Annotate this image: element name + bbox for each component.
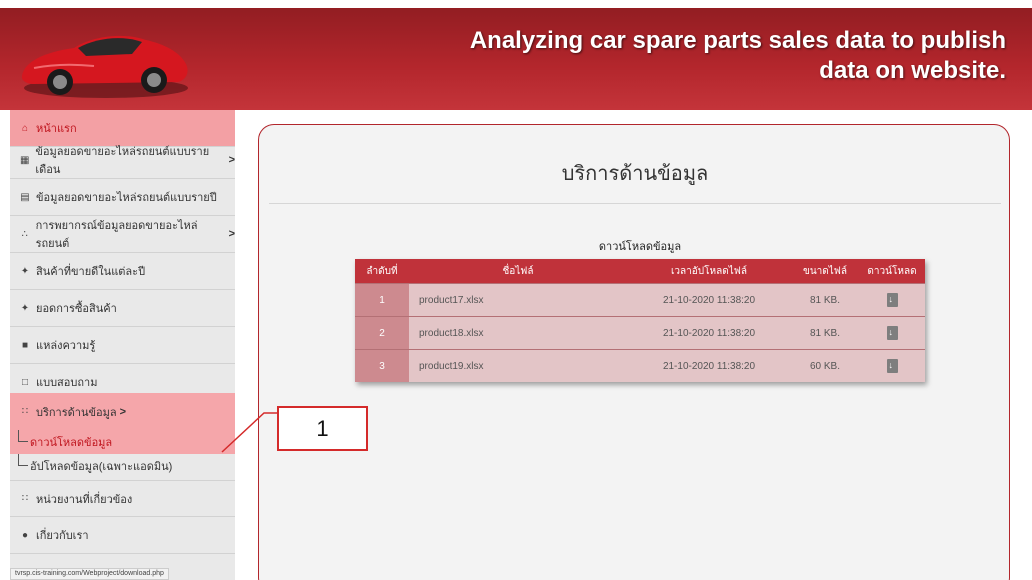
row-number: 2 [355,317,409,349]
main-panel: บริการด้านข้อมูล ดาวน์โหลดข้อมูล ลำดับที… [258,124,1010,580]
home-icon: ⌂ [21,122,29,134]
sitemap-icon: ∷ [21,493,29,504]
site-header: Analyzing car spare parts sales data to … [0,0,1032,110]
column-header-filename: ชื่อไฟล์ [502,265,534,277]
car-logo-icon [21,35,188,98]
sidebar-nav: ⌂ หน้าแรก ▦ ข้อมูลยอดขายอะไหล่รถยนต์แบบร… [10,110,235,580]
sidebar-item-data-services[interactable]: ∷ บริการด้านข้อมูล > [10,393,235,430]
sidebar-item-label: ข้อมูลยอดขายอะไหล่รถยนต์แบบรายปี [36,192,217,204]
sidebar-item-label: สินค้าที่ขายดีในแต่ละปี [36,266,146,278]
site-title-line1: Analyzing car spare parts sales data to … [469,27,1006,54]
tree-branch-line [18,454,28,466]
sidebar-item-label: แบบสอบถาม [36,377,98,389]
sidebar-item-bestsellers[interactable]: ✦ สินค้าที่ขายดีในแต่ละปี [10,253,235,290]
column-header-file-size: ขนาดไฟล์ [802,265,848,277]
sidebar-subitem-download[interactable]: ดาวน์โหลดข้อมูล [10,430,235,454]
sidebar-item-monthly-sales[interactable]: ▦ ข้อมูลยอดขายอะไหล่รถยนต์แบบรายเดือน > [10,142,235,179]
title-divider [269,203,1001,204]
form-icon: □ [21,376,29,388]
chevron-right-icon: > [228,228,235,240]
sidebar-subitem-upload[interactable]: อัปโหลดข้อมูล(เฉพาะแอดมิน) [10,454,235,478]
table-header-row: ลำดับที่ ชื่อไฟล์ เวลาอัปโหลดไฟล์ ขนาดไฟ… [355,259,925,283]
download-table: ลำดับที่ ชื่อไฟล์ เวลาอัปโหลดไฟล์ ขนาดไฟ… [355,259,925,382]
column-header-download: ดาวน์โหลด [867,265,917,277]
download-button[interactable] [859,350,925,382]
sidebar-item-label: ยอดการซื้อสินค้า [36,303,117,315]
column-header-no: ลำดับที่ [366,265,398,277]
calendar-icon: ▦ [19,154,30,166]
row-number: 1 [355,284,409,316]
sidebar-item-yearly-sales[interactable]: ▤ ข้อมูลยอดขายอะไหล่รถยนต์แบบรายปี [10,179,235,216]
sidebar-item-label: ข้อมูลยอดขายอะไหล่รถยนต์แบบรายเดือน [35,146,210,176]
sidebar-subitem-label: อัปโหลดข้อมูล(เฉพาะแอดมิน) [30,461,173,473]
sidebar-item-forecast[interactable]: ∴ การพยากรณ์ข้อมูลยอดขายอะไหล่รถยนต์ > [10,216,235,253]
status-bar-url: tvrsp.cis-training.com/Webproject/downlo… [10,568,169,580]
callout-label: 1 [277,406,368,451]
sidebar-item-knowledge[interactable]: ■ แหล่งความรู้ [10,327,235,364]
book-icon: ■ [21,339,29,351]
upload-time: 21-10-2020 11:38:20 [662,360,756,372]
wrench-icon: ✦ [20,265,30,277]
chevron-right-icon: > [228,154,235,166]
upload-time: 21-10-2020 11:38:20 [662,294,756,306]
sidebar-item-agencies[interactable]: ∷ หน่วยงานที่เกี่ยวข้อง [10,480,235,517]
sidebar-item-label: เกี่ยวกับเรา [36,530,89,542]
sidebar-item-label: การพยากรณ์ข้อมูลยอดขายอะไหล่รถยนต์ [35,220,198,250]
wrench-icon: ✦ [20,302,30,314]
chevron-right-icon: > [119,405,127,418]
calendar-icon: ▤ [20,191,30,203]
sidebar-item-about[interactable]: ● เกี่ยวกับเรา [10,517,235,554]
sidebar-item-label: บริการด้านข้อมูล [36,406,117,419]
user-icon: ● [21,529,29,541]
download-button[interactable] [859,317,925,349]
sidebar-item-label: หน่วยงานที่เกี่ยวข้อง [36,493,133,506]
table-caption: ดาวน์โหลดข้อมูล [598,241,682,253]
sidebar-item-purchases[interactable]: ✦ ยอดการซื้อสินค้า [10,290,235,327]
file-name: product17.xlsx [419,294,484,306]
header-top-strip [0,0,1032,8]
column-header-upload-time: เวลาอัปโหลดไฟล์ [671,265,747,277]
file-name: product19.xlsx [419,360,484,372]
page-title: บริการด้านข้อมูล [561,163,709,185]
file-name: product18.xlsx [419,327,484,339]
sidebar-item-label: หน้าแรก [36,123,77,135]
file-size: 81 KB. [809,327,841,339]
sidebar-subitem-label: ดาวน์โหลดข้อมูล [30,437,113,449]
sitemap-icon: ∷ [21,406,29,417]
upload-time: 21-10-2020 11:38:20 [662,327,756,339]
file-size: 81 KB. [809,294,841,306]
table-row: 3 product19.xlsx 21-10-2020 11:38:20 60 … [355,349,925,382]
file-download-icon [886,293,898,307]
file-download-icon [886,359,898,373]
site-title-line2: data on website. [819,57,1006,84]
file-download-icon [886,326,898,340]
download-button[interactable] [859,284,925,316]
tree-icon: ∴ [21,228,28,240]
sidebar-item-label: แหล่งความรู้ [36,340,96,352]
site-title: Analyzing car spare parts sales data to … [366,26,1006,86]
table-row: 2 product18.xlsx 21-10-2020 11:38:20 81 … [355,316,925,349]
row-number: 3 [355,350,409,382]
tree-branch-line [18,430,28,442]
table-row: 1 product17.xlsx 21-10-2020 11:38:20 81 … [355,283,925,316]
file-size: 60 KB. [809,360,841,372]
